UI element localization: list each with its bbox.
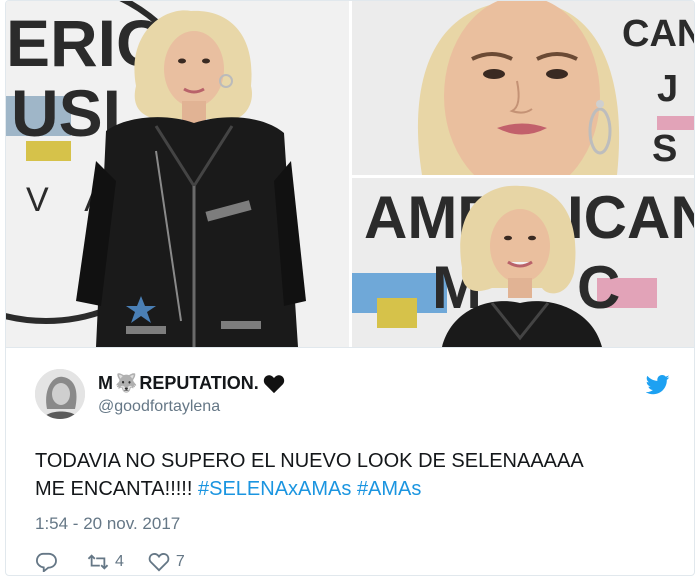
- display-name[interactable]: M 🐺 REPUTATION.: [98, 373, 285, 394]
- photo-left-image: ERIC USI V A: [6, 1, 349, 347]
- user-handle[interactable]: @goodfortaylena: [98, 398, 220, 416]
- reply-icon: [35, 552, 57, 572]
- photo-divider: [6, 347, 694, 348]
- avatar[interactable]: [35, 369, 85, 419]
- svg-text:ICAN: ICAN: [567, 184, 694, 251]
- avatar-image: [35, 369, 85, 419]
- hashtag-selenaxamas[interactable]: #SELENAxAMAs: [198, 478, 351, 500]
- retweet-icon: [87, 554, 109, 570]
- black-heart-icon: [263, 374, 284, 393]
- twitter-bird-icon[interactable]: [646, 375, 670, 395]
- svg-text:C: C: [577, 254, 620, 321]
- tweet-text-plain: ME ENCANTA!!!!!: [35, 478, 198, 500]
- photo-top-right-image: CAN J S: [352, 1, 694, 175]
- photo-bottom-right[interactable]: AME ICAN M C: [352, 178, 694, 347]
- like-button[interactable]: 7: [148, 552, 185, 572]
- svg-text:CAN: CAN: [622, 13, 694, 55]
- tweet-card[interactable]: ERIC USI V A CA J S AME ICA M C M 🐺 REPU…: [5, 0, 695, 576]
- retweet-count: 4: [115, 553, 124, 570]
- heart-outline-icon: [148, 553, 170, 572]
- photo-bottom-right-image: AME ICAN M C: [352, 178, 694, 347]
- display-name-prefix: M: [98, 373, 113, 393]
- like-count: 7: [175, 553, 185, 570]
- display-name-text: REPUTATION.: [139, 373, 259, 393]
- tweet-text: TODAVIA NO SUPERO EL NUEVO LOOK DE SELEN…: [35, 447, 675, 503]
- photo-grid: ERIC USI V A CA J S AME ICA M C: [6, 1, 694, 347]
- svg-text:S: S: [652, 128, 677, 170]
- svg-text:J: J: [657, 68, 678, 110]
- tweet-actions: 4 7: [35, 552, 209, 572]
- wolf-emoji-icon: 🐺: [115, 373, 138, 393]
- photo-top-right[interactable]: CAN J S: [352, 1, 694, 175]
- reply-button[interactable]: [35, 552, 63, 572]
- retweet-button[interactable]: 4: [87, 552, 124, 572]
- tweet-timestamp[interactable]: 1:54 - 20 nov. 2017: [35, 514, 180, 534]
- hashtag-amas[interactable]: #AMAs: [357, 478, 421, 500]
- svg-text:USI: USI: [11, 76, 121, 150]
- photo-left[interactable]: ERIC USI V A: [6, 1, 349, 347]
- tweet-text-line2: ME ENCANTA!!!!! #SELENAxAMAs #AMAs: [35, 475, 675, 503]
- tweet-text-line1: TODAVIA NO SUPERO EL NUEVO LOOK DE SELEN…: [35, 450, 584, 472]
